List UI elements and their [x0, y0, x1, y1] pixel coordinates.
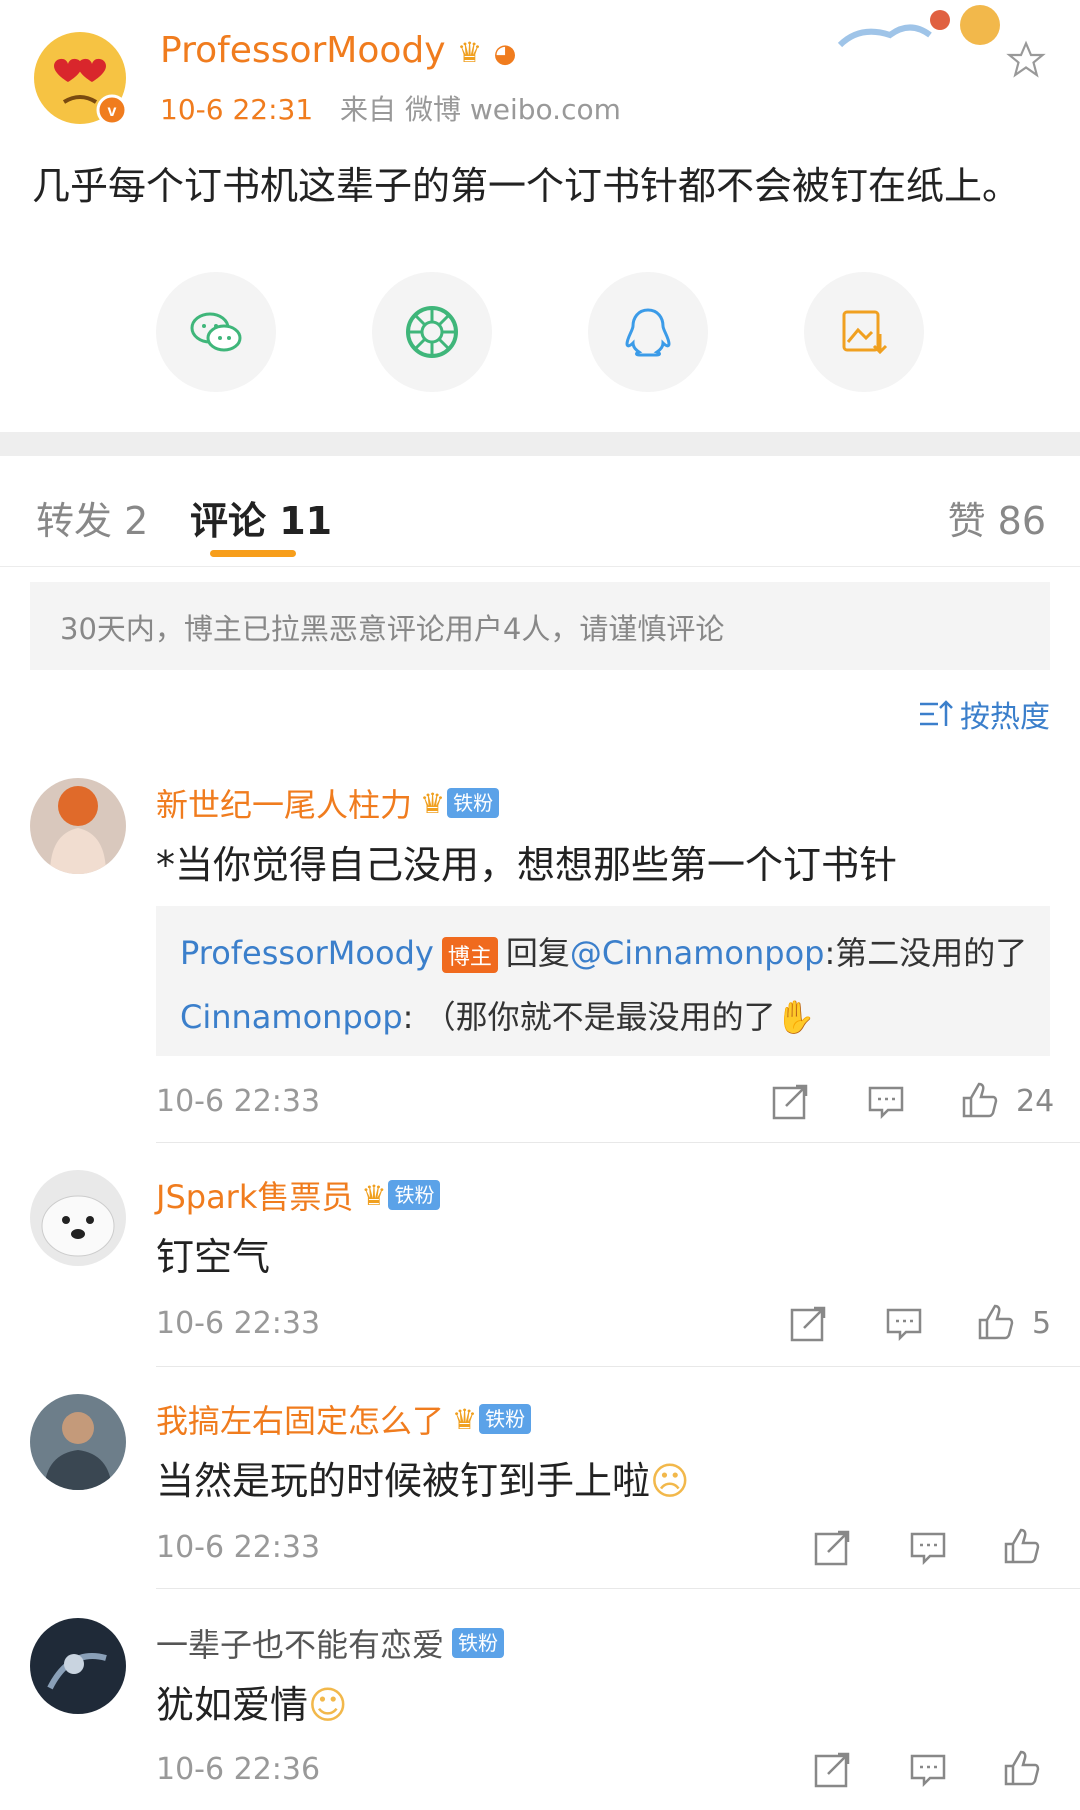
tab-likes[interactable]: 赞 86	[948, 490, 1046, 545]
reply-user[interactable]: Cinnamonpop	[180, 998, 403, 1036]
author-name[interactable]: ProfessorMoody ♛ ◕	[160, 30, 516, 71]
reply-item: ProfessorMoody 博主 回复@Cinnamonpop:第二没用的了	[180, 934, 1028, 973]
tabs-divider	[0, 566, 1080, 567]
decoration-image	[830, 0, 1010, 60]
comment-text: 犹如爱情☺	[156, 1683, 348, 1727]
comment-text: *当你觉得自己没用，想想那些第一个订书针	[156, 843, 898, 887]
section-divider	[0, 432, 1080, 456]
post-source: 来自 微博 weibo.com	[340, 93, 621, 126]
like-count: 24	[1016, 1084, 1055, 1119]
like-icon[interactable]	[976, 1302, 1016, 1346]
share-wechat-button[interactable]	[156, 272, 276, 392]
commenter-avatar[interactable]	[30, 778, 126, 874]
qq-icon	[625, 308, 671, 357]
active-tab-indicator	[210, 550, 296, 557]
comment-separator	[156, 1366, 1080, 1367]
fish-icon: ◕	[493, 39, 517, 69]
commenter-name[interactable]: JSpark售票员 ♛ 铁粉	[156, 1172, 441, 1218]
moments-icon	[406, 306, 458, 358]
comment-separator	[156, 1588, 1080, 1589]
favorite-star-icon[interactable]	[1006, 40, 1046, 80]
svg-text:v: v	[108, 103, 117, 120]
like-icon[interactable]	[1002, 1526, 1042, 1570]
commenter-avatar[interactable]	[30, 1170, 126, 1266]
sort-label: 按热度	[960, 700, 1050, 735]
author-avatar[interactable]: v	[32, 30, 128, 126]
like-icon[interactable]	[960, 1080, 1000, 1124]
commenter-name[interactable]: 一辈子也不能有恋爱 铁粉	[156, 1620, 505, 1666]
comment-notice-banner: 30天内，博主已拉黑恶意评论用户4人，请谨慎评论	[30, 582, 1050, 670]
fan-badge: ♛ 铁粉	[452, 1402, 532, 1436]
praying-hands-emoji: ✋	[775, 998, 816, 1036]
reply-item: Cinnamonpop: （那你就不是最没用的了✋	[180, 998, 816, 1036]
comment-time: 10-6 22:33	[156, 1530, 321, 1565]
crown-icon: ♛	[457, 36, 483, 69]
sort-icon	[920, 700, 953, 726]
fan-badge: ♛ 铁粉	[361, 1178, 441, 1212]
sort-by-hot-button[interactable]: 按热度	[918, 692, 1050, 736]
comment-time: 10-6 22:36	[156, 1752, 321, 1787]
upside-down-face-emoji: ☺	[308, 1683, 348, 1727]
reply-mention[interactable]: @Cinnamonpop	[570, 934, 825, 972]
like-count: 5	[1032, 1306, 1052, 1341]
share-moments-button[interactable]	[372, 272, 492, 392]
comment-text: 当然是玩的时候被钉到手上啦☹	[156, 1459, 690, 1503]
notice-text: 30天内，博主已拉黑恶意评论用户4人，请谨慎评论	[60, 612, 725, 646]
crying-face-emoji: ☹	[650, 1459, 690, 1503]
comment-time: 10-6 22:33	[156, 1306, 321, 1341]
crown-icon: ♛	[420, 786, 446, 820]
repost-icon[interactable]	[812, 1528, 852, 1572]
share-qq-button[interactable]	[588, 272, 708, 392]
comment-separator	[156, 1142, 1080, 1143]
post-meta: 10-6 22:31 来自 微博 weibo.com	[160, 88, 621, 128]
fan-badge: 铁粉	[452, 1628, 505, 1658]
comment-icon[interactable]	[884, 1304, 924, 1348]
tab-repost[interactable]: 转发 2	[36, 490, 148, 545]
save-image-icon	[842, 310, 888, 355]
save-image-button[interactable]	[804, 272, 924, 392]
crown-icon: ♛	[452, 1402, 478, 1436]
wechat-icon	[190, 312, 242, 352]
post-time: 10-6 22:31	[160, 93, 314, 126]
repost-icon[interactable]	[812, 1750, 852, 1794]
comment-icon[interactable]	[908, 1750, 948, 1794]
comment-icon[interactable]	[866, 1082, 906, 1126]
repost-icon[interactable]	[788, 1304, 828, 1348]
reply-thread[interactable]: ProfessorMoody 博主 回复@Cinnamonpop:第二没用的了 Ci…	[156, 906, 1050, 1056]
post-text: 几乎每个订书机这辈子的第一个订书针都不会被钉在纸上。	[32, 164, 1021, 208]
host-badge: 博主	[441, 937, 498, 973]
fan-badge: ♛ 铁粉	[420, 786, 500, 820]
commenter-name[interactable]: 我搞左右固定怎么了 ♛ 铁粉	[156, 1396, 532, 1442]
commenter-name[interactable]: 新世纪一尾人柱力 ♛ 铁粉	[156, 780, 500, 826]
crown-icon: ♛	[361, 1178, 387, 1212]
like-icon[interactable]	[1002, 1748, 1042, 1792]
comment-time: 10-6 22:33	[156, 1084, 321, 1119]
reply-user[interactable]: ProfessorMoody	[180, 934, 434, 972]
tab-comments[interactable]: 评论 11	[190, 490, 332, 545]
comment-text: 钉空气	[156, 1235, 271, 1279]
commenter-avatar[interactable]	[30, 1394, 126, 1490]
commenter-avatar[interactable]	[30, 1618, 126, 1714]
comment-icon[interactable]	[908, 1528, 948, 1572]
repost-icon[interactable]	[770, 1082, 810, 1126]
